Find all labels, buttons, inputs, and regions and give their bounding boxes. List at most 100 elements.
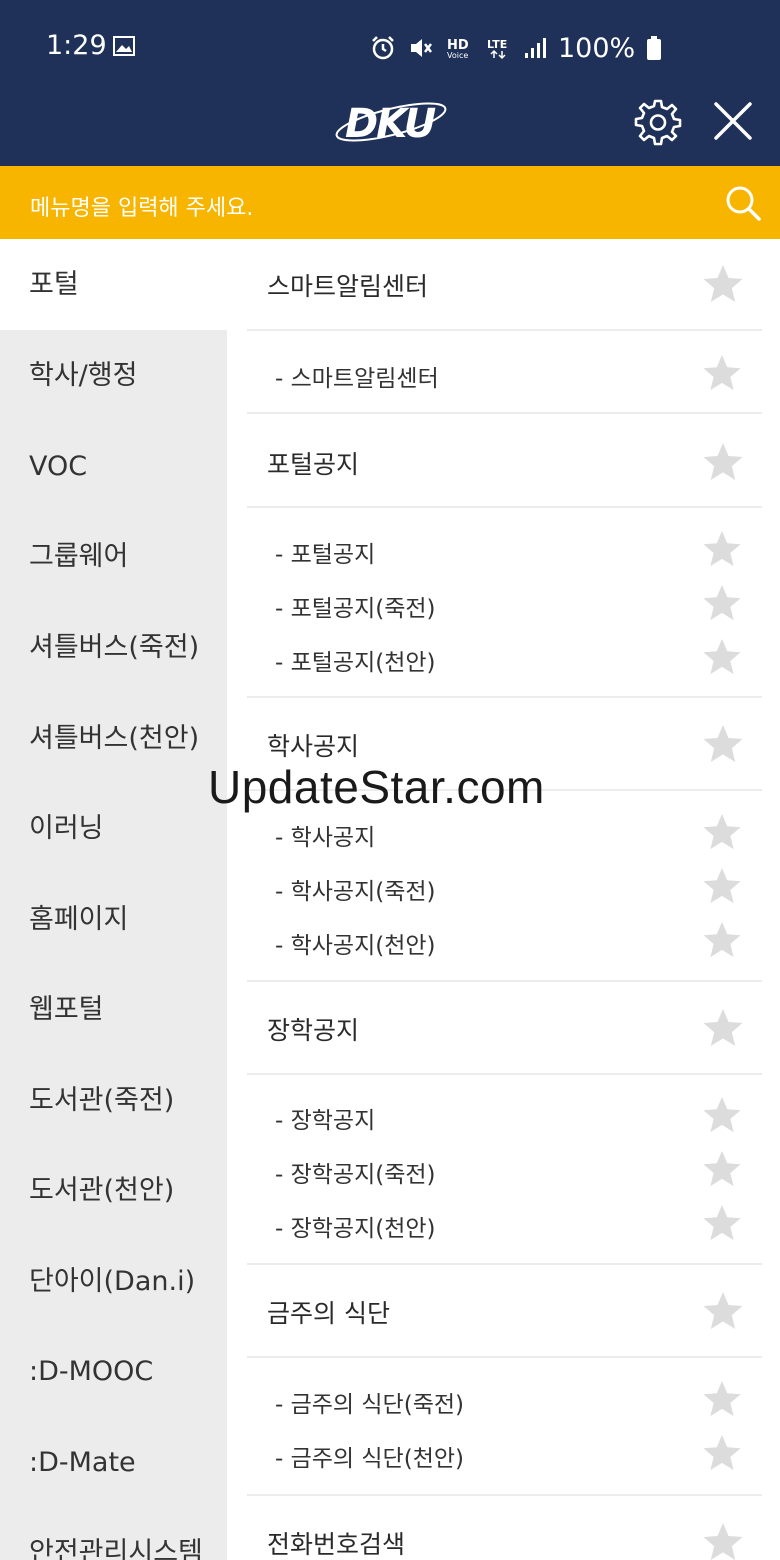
dku-logo[interactable]: DKU	[333, 92, 449, 150]
menu-section-label: 장학공지	[267, 1016, 360, 1045]
section-divider	[247, 696, 762, 698]
menu-section-label: 금주의 식단	[267, 1299, 390, 1328]
favorite-star-icon[interactable]	[702, 264, 744, 304]
favorite-star-icon[interactable]	[702, 1096, 742, 1134]
status-time: 1:29	[46, 30, 107, 61]
menu-section-label: 스마트알림센터	[267, 272, 429, 301]
menu-item-label: - 포털공지	[275, 542, 376, 568]
favorite-star-icon[interactable]	[702, 442, 744, 482]
section-divider	[247, 1073, 762, 1075]
gallery-notification-icon	[113, 36, 135, 56]
favorite-star-icon[interactable]	[702, 1204, 742, 1242]
sidebar-item-webportal[interactable]: 웹포털	[0, 964, 227, 1055]
favorite-star-icon[interactable]	[702, 867, 742, 905]
signal-icon	[525, 38, 546, 58]
settings-gear-icon[interactable]	[634, 98, 682, 146]
sidebar-item-portal[interactable]: 포털	[0, 239, 227, 330]
menu-item-label: - 포털공지(죽전)	[275, 596, 436, 622]
favorite-star-icon[interactable]	[702, 724, 744, 764]
menu-item[interactable]: - 장학공지	[247, 1093, 762, 1137]
menu-item-label: - 포털공지(천안)	[275, 650, 436, 676]
menu-section-label: 포털공지	[267, 450, 360, 479]
menu-item-label: - 장학공지(천안)	[275, 1216, 436, 1242]
category-sidebar: 포털 학사/행정 VOC 그룹웨어 셔틀버스(죽전) 셔틀버스(천안) 이러닝 …	[0, 239, 227, 1560]
favorite-star-icon[interactable]	[702, 921, 742, 959]
favorite-star-icon[interactable]	[702, 584, 742, 622]
menu-list: 스마트알림센터 - 스마트알림센터 포털공지 - 포털공지 - 포털공지(죽전)…	[227, 239, 780, 1560]
battery-icon	[647, 36, 662, 60]
sidebar-item-dani[interactable]: 단아이(Dan.i)	[0, 1236, 227, 1327]
status-icons: HD Voice LTE 100%	[370, 30, 662, 66]
favorite-star-icon[interactable]	[702, 813, 742, 851]
sidebar-item-library-jukjeon[interactable]: 도서관(죽전)	[0, 1055, 227, 1146]
section-divider	[247, 506, 762, 508]
menu-section-label: 전화번호검색	[267, 1530, 406, 1559]
favorite-star-icon[interactable]	[702, 1434, 742, 1472]
sidebar-item-elearning[interactable]: 이러닝	[0, 783, 227, 874]
search-icon[interactable]	[723, 183, 763, 223]
sidebar-item-homepage[interactable]: 홈페이지	[0, 874, 227, 965]
menu-item[interactable]: - 학사공지(죽전)	[247, 864, 762, 908]
menu-item[interactable]: - 학사공지(천안)	[247, 918, 762, 962]
menu-item-label: - 학사공지(천안)	[275, 933, 436, 959]
alarm-icon	[372, 36, 394, 60]
svg-text:Voice: Voice	[447, 51, 468, 60]
favorite-star-icon[interactable]	[702, 354, 742, 392]
menu-item[interactable]: - 장학공지(천안)	[247, 1201, 762, 1245]
favorite-star-icon[interactable]	[702, 638, 742, 676]
battery-percent: 100%	[558, 32, 636, 64]
menu-item[interactable]: - 포털공지	[247, 527, 762, 571]
lte-icon: LTE	[487, 38, 507, 60]
section-divider	[247, 329, 762, 331]
svg-text:DKU: DKU	[345, 101, 436, 147]
sidebar-item-academic[interactable]: 학사/행정	[0, 330, 227, 421]
menu-section-title[interactable]: 포털공지	[247, 435, 762, 491]
menu-item-label: - 학사공지	[275, 825, 376, 851]
favorite-star-icon[interactable]	[702, 1291, 744, 1331]
close-icon[interactable]	[713, 101, 753, 141]
menu-search-bar[interactable]: 메뉴명을 입력해 주세요.	[0, 166, 780, 239]
favorite-star-icon[interactable]	[702, 530, 742, 568]
mute-icon	[411, 39, 432, 57]
search-input[interactable]: 메뉴명을 입력해 주세요.	[30, 190, 253, 222]
menu-item-label: - 금주의 식단(천안)	[275, 1446, 464, 1472]
menu-section-title[interactable]: 전화번호검색	[247, 1515, 762, 1560]
status-bar: 1:29 HD Voice LTE 100%	[0, 0, 780, 95]
sidebar-item-safety[interactable]: 안전관리시스템	[0, 1507, 227, 1560]
menu-item[interactable]: - 장학공지(죽전)	[247, 1147, 762, 1191]
sidebar-item-groupware[interactable]: 그룹웨어	[0, 511, 227, 602]
sidebar-item-voc[interactable]: VOC	[0, 421, 227, 512]
menu-item-label: - 금주의 식단(죽전)	[275, 1392, 464, 1418]
menu-item[interactable]: - 스마트알림센터	[247, 351, 762, 395]
sidebar-item-shuttle-cheonan[interactable]: 셔틀버스(천안)	[0, 693, 227, 784]
menu-item[interactable]: - 포털공지(죽전)	[247, 581, 762, 625]
menu-item[interactable]: - 금주의 식단(천안)	[247, 1431, 762, 1475]
section-divider	[247, 980, 762, 982]
sidebar-item-dmooc[interactable]: :D-MOOC	[0, 1326, 227, 1417]
menu-item-label: - 학사공지(죽전)	[275, 879, 436, 905]
menu-item-label: - 장학공지	[275, 1108, 376, 1134]
section-divider	[247, 1494, 762, 1496]
favorite-star-icon[interactable]	[702, 1008, 744, 1048]
section-divider	[247, 1356, 762, 1358]
favorite-star-icon[interactable]	[702, 1380, 742, 1418]
sidebar-item-shuttle-jukjeon[interactable]: 셔틀버스(죽전)	[0, 602, 227, 693]
menu-item[interactable]: - 포털공지(천안)	[247, 635, 762, 679]
menu-item-label: - 스마트알림센터	[275, 366, 439, 392]
section-divider	[247, 412, 762, 414]
menu-section-title[interactable]: 금주의 식단	[247, 1284, 762, 1340]
menu-section-label: 학사공지	[267, 732, 360, 761]
menu-section-title[interactable]: 스마트알림센터	[247, 257, 762, 313]
favorite-star-icon[interactable]	[702, 1522, 744, 1560]
section-divider	[247, 1263, 762, 1265]
hd-voice-icon: HD Voice	[447, 38, 469, 60]
menu-item[interactable]: - 학사공지	[247, 810, 762, 854]
sidebar-item-dmate[interactable]: :D-Mate	[0, 1417, 227, 1508]
app-header: 1:29 HD Voice LTE 100% DKU	[0, 0, 780, 166]
menu-section-title[interactable]: 장학공지	[247, 1001, 762, 1057]
favorite-star-icon[interactable]	[702, 1150, 742, 1188]
menu-item-label: - 장학공지(죽전)	[275, 1162, 436, 1188]
menu-item[interactable]: - 금주의 식단(죽전)	[247, 1377, 762, 1421]
watermark-text: UpdateStar.com	[208, 761, 545, 813]
sidebar-item-library-cheonan[interactable]: 도서관(천안)	[0, 1145, 227, 1236]
